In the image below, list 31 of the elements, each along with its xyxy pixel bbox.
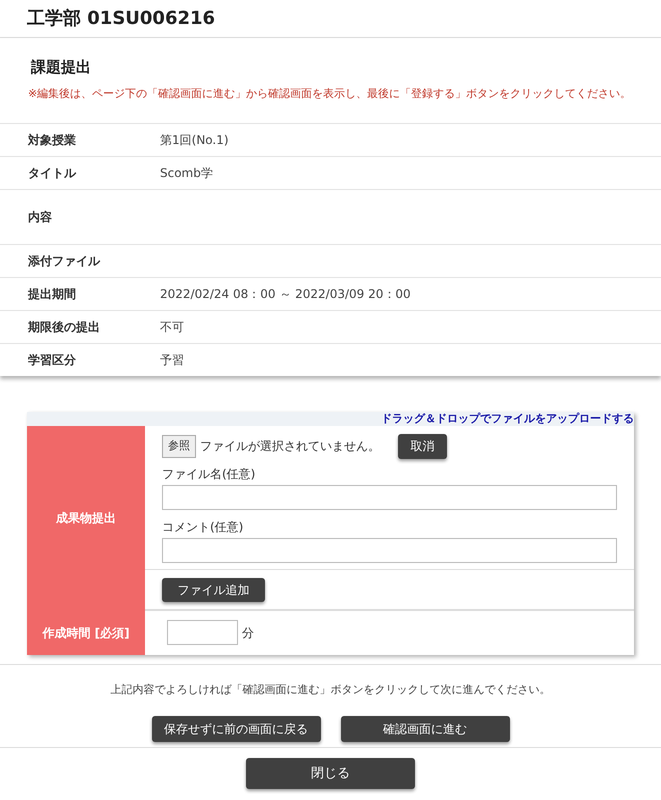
field-label: タイトル [28, 164, 78, 182]
field-value: 2022/02/24 08：00 ～ 2022/03/09 20：00 [160, 286, 411, 302]
file-status: ファイルが選択されていません。 [200, 438, 380, 455]
field-label: コメント(任意) [162, 518, 244, 536]
file-name-field[interactable] [162, 484, 617, 510]
field-label: 期限後の提出 [28, 318, 101, 336]
field-label: 対象授業 [28, 132, 77, 148]
section-title: 課題提出 [30, 57, 92, 78]
time-field[interactable] [167, 620, 238, 645]
cancel-button[interactable]: 取消 [398, 434, 447, 458]
field-label: 内容 [28, 208, 53, 226]
notice-text: ※編集後は、ページ下の「確認画面に進む」から確認画面を表示し、最後に「登録する」ボタンをクリックしてください。 [28, 86, 632, 100]
field-label: 成果物提出 [56, 510, 116, 527]
field-label: 添付ファイル [28, 252, 102, 270]
instruction-text: 上記内容でよろしければ「確認画面に進む」ボタンをクリックして次に進んでください。 [110, 682, 550, 698]
back-button[interactable]: 保存せずに前の画面に戻る [152, 716, 320, 742]
browse-button[interactable]: 参照 [162, 434, 196, 458]
add-file-button[interactable]: ファイル追加 [162, 578, 265, 602]
comment-field[interactable] [162, 538, 617, 562]
unit-label: 分 [242, 624, 254, 642]
confirm-button[interactable]: 確認画面に進む [340, 716, 510, 742]
field-label: 作成時間 [必須] [42, 624, 130, 642]
field-value: 不可 [160, 318, 184, 336]
field-label: 学習区分 [28, 352, 77, 368]
field-value: 予習 [160, 352, 184, 368]
field-label: 提出期間 [28, 286, 77, 302]
field-label: ファイル名(任意) [162, 466, 256, 482]
field-value: 第1回(No.1) [160, 132, 229, 148]
page-title: 工学部 01SU006216 [27, 7, 216, 31]
field-value: Scomb学 [160, 164, 213, 182]
close-button[interactable]: 閉じる [246, 758, 415, 789]
